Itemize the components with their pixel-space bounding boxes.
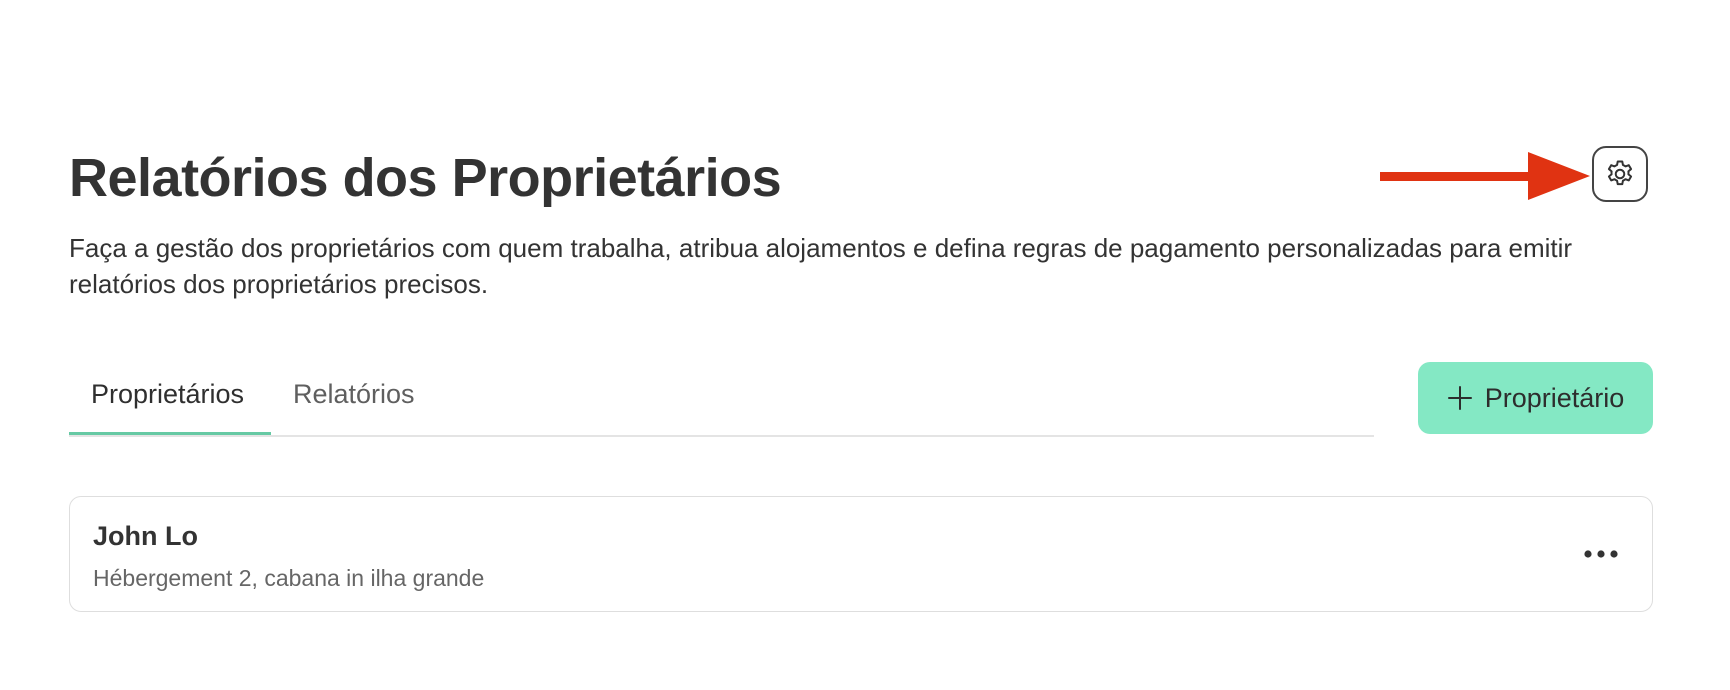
add-owner-label: Proprietário [1484,382,1625,413]
owner-properties: Hébergement 2, cabana in ilha grande [93,565,485,591]
tab-owners[interactable]: Proprietários [69,379,271,435]
add-owner-button[interactable]: Proprietário [1418,362,1653,434]
owner-name: John Lo [93,521,198,551]
more-options-button[interactable] [1578,531,1624,577]
annotation-arrow-icon [1380,152,1590,200]
owner-list-item[interactable]: John Lo Hébergement 2, cabana in ilha gr… [69,496,1653,612]
tab-reports[interactable]: Relatórios [293,379,415,435]
page-description: Faça a gestão dos proprietários com quem… [69,233,1573,299]
tabs-bar: Proprietários Relatórios [69,365,1374,437]
owner-reports-page: Relatórios dos Proprietários Faça a gest… [0,0,1730,690]
gear-icon [1607,160,1633,186]
more-horizontal-icon [1584,550,1618,558]
page-title: Relatórios dos Proprietários [69,148,782,208]
settings-button[interactable] [1592,146,1648,202]
plus-icon [1447,386,1472,410]
